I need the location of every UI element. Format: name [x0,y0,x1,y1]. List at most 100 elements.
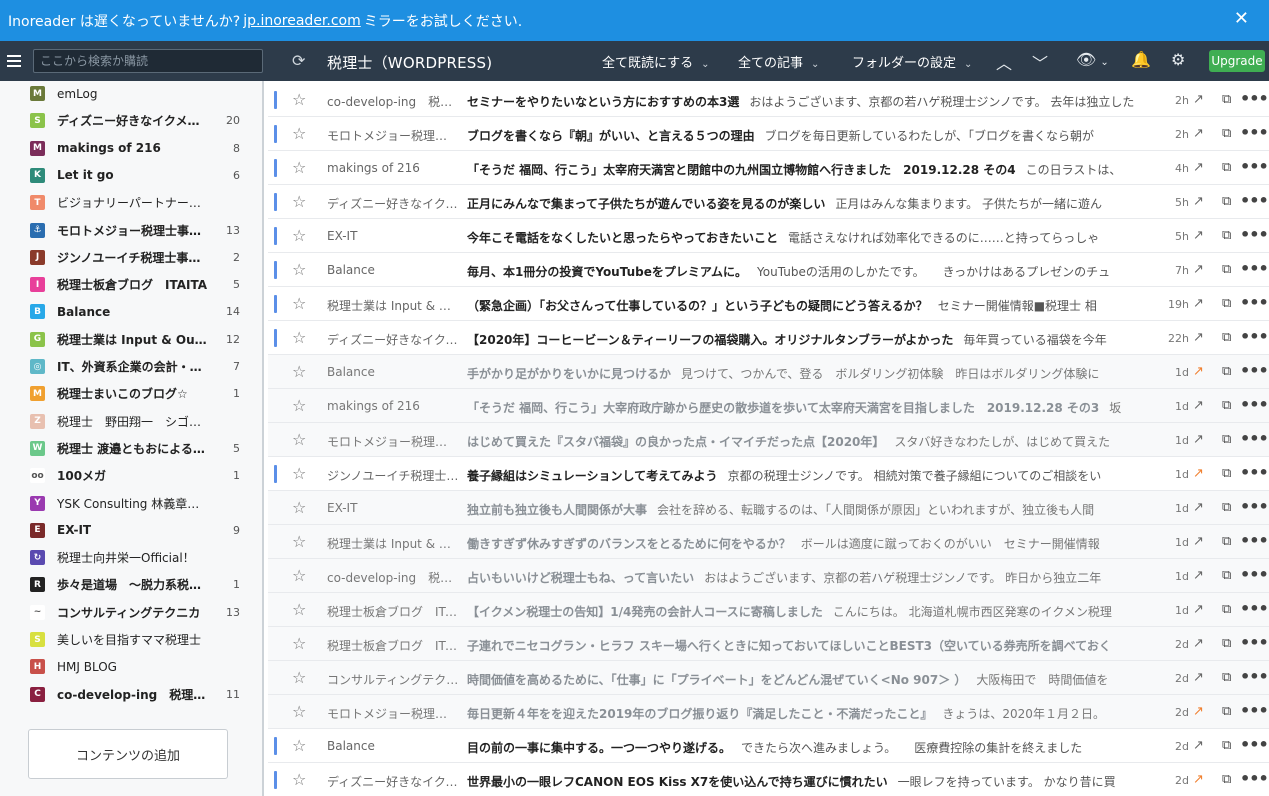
sidebar-feed-item[interactable]: S 美しいを目指すママ税理士 [0,626,263,653]
sidebar-feed-item[interactable]: K Let it go 6 [0,162,263,189]
article-row[interactable]: ☆ モロトメジョー税理士事務所はじめて買えた『スタバ福袋』の良かった点・イマイチだ… [268,423,1269,457]
article-row[interactable]: ☆ Balance 手がかり足がかりをいかに見つけるか 見つけて、つかんで、登る ボル… [268,355,1269,389]
star-icon[interactable]: ☆ [292,396,306,415]
star-icon[interactable]: ☆ [292,294,306,313]
external-link-icon[interactable]: ⧉ [1222,398,1231,413]
sidebar-feed-item[interactable]: H HMJ BLOG [0,653,263,680]
view-eye-icon[interactable]: 👁 ⌄ [1076,50,1109,69]
more-options-icon[interactable]: ••• [1240,361,1269,380]
star-icon[interactable]: ☆ [292,328,306,347]
sidebar-feed-item[interactable]: ◎ IT、外資系企業の会計・税務 7 [0,353,263,380]
external-link-icon[interactable]: ⧉ [1222,92,1231,107]
article-row[interactable]: ☆ ディズニー好きなイクメン税理士【2020年】コーヒービーン＆ティーリーフの福袋… [268,321,1269,355]
article-title[interactable]: 養子縁組はシミュレーションして考えてみよう 京都の税理士ジンノです。 相続対策で養… [467,467,1162,484]
sidebar-feed-item[interactable]: S ディズニー好きなイクメン税理士 20 [0,107,263,134]
sidebar-feed-item[interactable]: J ジンノユーイチ税理士事務所 2 [0,244,263,271]
more-options-icon[interactable]: ••• [1240,565,1269,584]
external-link-icon[interactable]: ⧉ [1222,704,1231,719]
more-options-icon[interactable]: ••• [1240,157,1269,176]
article-row[interactable]: ☆ makings of 216 「そうだ 福岡、行こう」大宰府政庁跡から歴史の散歩… [268,389,1269,423]
article-row[interactable]: ☆ co-develop-ing 税理士 セミナーをやりたいなという方におすすめの本… [268,83,1269,117]
article-row[interactable]: ☆ ディズニー好きなイクメン税理士世界最小の一眼レフCANON EOS Kiss … [268,763,1269,796]
article-row[interactable]: ☆ EX-IT 今年こそ電話をなくしたいと思ったらやっておきたいこと 電話さえなければ… [268,219,1269,253]
article-title[interactable]: はじめて買えた『スタバ福袋』の良かった点・イマイチだった点【2020年】 スタバ好… [467,433,1162,450]
external-link-icon[interactable]: ⧉ [1222,296,1231,311]
more-options-icon[interactable]: ••• [1240,701,1269,720]
star-icon[interactable]: ☆ [292,770,306,789]
sidebar-feed-item[interactable]: MemLog [0,81,263,107]
external-link-icon[interactable]: ⧉ [1222,636,1231,651]
add-content-button[interactable]: コンテンツの追加 [28,729,228,779]
article-title[interactable]: セミナーをやりたいなという方におすすめの本3選 おはようございます、京都の若ハゲ税… [467,93,1162,110]
external-link-icon[interactable]: ⧉ [1222,534,1231,549]
sidebar-feed-item[interactable]: B Balance 14 [0,298,263,325]
sidebar-feed-item[interactable]: G 税理士業は Input & Output 12 [0,326,263,353]
more-options-icon[interactable]: ••• [1240,769,1269,788]
star-icon[interactable]: ☆ [292,464,306,483]
article-row[interactable]: ☆ ジンノユーイチ税理士事務所養子縁組はシミュレーションして考えてみよう京都の税理… [268,457,1269,491]
menu-icon[interactable] [1,41,27,81]
more-options-icon[interactable]: ••• [1240,123,1269,142]
star-icon[interactable]: ☆ [292,192,306,211]
article-title[interactable]: 手がかり足がかりをいかに見つけるか 見つけて、つかんで、登る ボルダリング初体験 … [467,365,1162,382]
star-icon[interactable]: ☆ [292,498,306,517]
more-options-icon[interactable]: ••• [1240,633,1269,652]
previous-article-icon[interactable]: ︿ [996,50,1012,74]
external-link-icon[interactable]: ⧉ [1222,364,1231,379]
bell-icon[interactable]: 🔔 [1131,50,1151,69]
article-row[interactable]: ☆ makings of 216 「そうだ 福岡、行こう」太宰府天満宮と閉館中の九州… [268,151,1269,185]
more-options-icon[interactable]: ••• [1240,735,1269,754]
external-link-icon[interactable]: ⧉ [1222,160,1231,175]
article-title[interactable]: 「そうだ 福岡、行こう」太宰府天満宮と閉館中の九州国立博物館へ行きました 201… [467,161,1162,178]
close-icon[interactable]: ✕ [1234,8,1249,29]
article-title[interactable]: 働きすぎず休みすぎずのバランスをとるために何をやるか？ ボールは適度に蹴っておくの… [467,535,1162,552]
star-icon[interactable]: ☆ [292,158,306,177]
more-options-icon[interactable]: ••• [1240,293,1269,312]
article-title[interactable]: 目の前の一事に集中する。一つ一つやり遂げる。 できたら次へ進みましょう。 医療費控… [467,739,1162,756]
more-options-icon[interactable]: ••• [1240,531,1269,550]
next-article-icon[interactable]: ﹀ [1032,50,1048,74]
external-link-icon[interactable]: ⧉ [1222,228,1231,243]
article-title[interactable]: 子連れでニセコグラン・ヒラフ スキー場へ行くときに知っておいてほしいことBEST… [467,637,1162,654]
article-row[interactable]: ☆ EX-IT 独立前も独立後も人間関係が大事 会社を辞める、転職するのは、「人間関係… [268,491,1269,525]
more-options-icon[interactable]: ••• [1240,599,1269,618]
sidebar-feed-item[interactable]: M 税理士まいこのブログ☆ 1 [0,380,263,407]
article-title[interactable]: 世界最小の一眼レフCANON EOS Kiss X7を使い込んで持ち運びに慣れた… [467,773,1162,790]
article-row[interactable]: ☆ コンサルティングテクニカ 時間価値を高めるために、「仕事」に「プライベート」をど… [268,661,1269,695]
sidebar-feed-item[interactable]: ~ コンサルティングテクニカ 13 [0,599,263,626]
sidebar-scrollbar[interactable] [262,81,264,796]
article-title[interactable]: ブログを書くなら『朝』がいい、と言える５つの理由 ブログを毎日更新しているわたしが… [467,127,1162,144]
star-icon[interactable]: ☆ [292,226,306,245]
external-link-icon[interactable]: ⧉ [1222,432,1231,447]
external-link-icon[interactable]: ⧉ [1222,126,1231,141]
sidebar-feed-item[interactable]: Y YSK Consulting 林義章税理士 [0,490,263,517]
article-title[interactable]: 毎月、本1冊分の投資でYouTubeをプレミアムに。 YouTubeの活用のしかた… [467,263,1162,280]
more-options-icon[interactable]: ••• [1240,191,1269,210]
external-link-icon[interactable]: ⧉ [1222,500,1231,515]
sidebar-feed-item[interactable]: Z 税理士 野田翔一 シゴトノート [0,408,263,435]
mark-all-read-button[interactable]: 全て既読にする ⌄ [602,52,710,71]
star-icon[interactable]: ☆ [292,600,306,619]
article-row[interactable]: ☆ 税理士業は Input & Output （緊急企画）「お父さんって仕事している… [268,287,1269,321]
article-row[interactable]: ☆ ディズニー好きなイクメン税理士正月にみんなで集まって子供たちが遊んでいる姿を見… [268,185,1269,219]
external-link-icon[interactable]: ⧉ [1222,568,1231,583]
folder-settings-dropdown[interactable]: フォルダーの設定 ⌄ [852,52,972,71]
star-icon[interactable]: ☆ [292,260,306,279]
article-title[interactable]: （緊急企画）「お父さんって仕事しているの？」という子どもの疑問にどう答えるか？セ… [467,297,1162,314]
star-icon[interactable]: ☆ [292,124,306,143]
more-options-icon[interactable]: ••• [1240,497,1269,516]
sidebar-feed-item[interactable]: oo 100メガ 1 [0,462,263,489]
article-title[interactable]: 【イクメン税理士の告知】1/4発売の会計人コースに寄稿しました こんにちは。 北海… [467,603,1162,620]
external-link-icon[interactable]: ⧉ [1222,602,1231,617]
all-articles-dropdown[interactable]: 全ての記事 ⌄ [738,52,819,71]
external-link-icon[interactable]: ⧉ [1222,670,1231,685]
article-row[interactable]: ☆ 税理士板倉ブログ ITAITA 子連れでニセコグラン・ヒラフ スキー場へ行くとき… [268,627,1269,661]
more-options-icon[interactable]: ••• [1240,667,1269,686]
external-link-icon[interactable]: ⧉ [1222,772,1231,787]
sidebar-feed-item[interactable]: Mmakings of 216 8 [0,135,263,162]
article-row[interactable]: ☆ Balance 目の前の一事に集中する。一つ一つやり遂げる。 できたら次へ進みまし… [268,729,1269,763]
sidebar-feed-item[interactable]: E EX-IT 9 [0,517,263,544]
refresh-icon[interactable]: ⟳ [292,51,310,71]
star-icon[interactable]: ☆ [292,668,306,687]
star-icon[interactable]: ☆ [292,702,306,721]
